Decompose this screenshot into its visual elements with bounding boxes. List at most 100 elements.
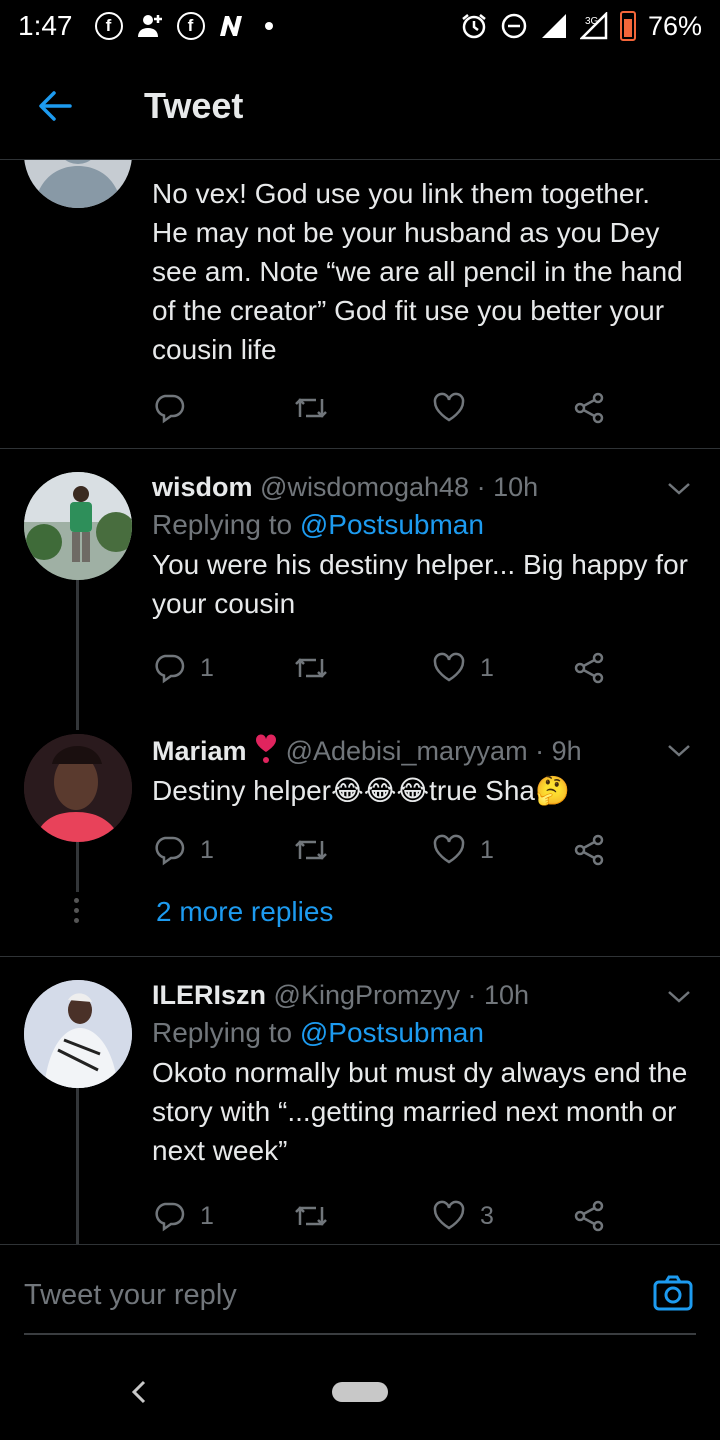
heart-icon — [433, 1200, 465, 1230]
chevron-down-icon[interactable] — [664, 736, 694, 766]
thread-line — [76, 842, 79, 892]
heart-icon — [433, 652, 465, 682]
retweet-button[interactable] — [292, 386, 432, 430]
replying-label: Replying to — [152, 509, 293, 540]
reply-button[interactable]: 1 — [152, 828, 292, 872]
tweet-partial[interactable]: No vex! God use you link them together. … — [0, 160, 720, 450]
reply-count: 1 — [200, 1201, 214, 1230]
retweet-button[interactable] — [292, 646, 432, 690]
reply-button[interactable] — [152, 386, 292, 430]
avatar[interactable] — [24, 980, 132, 1088]
dot-icon — [264, 22, 273, 30]
system-icons: 3G 76% — [460, 11, 702, 42]
replying-handle[interactable]: @Postsubman — [300, 1017, 484, 1048]
chevron-down-icon[interactable] — [664, 474, 694, 504]
replying-handle[interactable]: @Postsubman — [300, 509, 484, 540]
camera-icon[interactable] — [652, 1273, 694, 1313]
like-button[interactable] — [432, 386, 572, 430]
share-button[interactable] — [572, 646, 622, 690]
tweet-actions: 1 3 — [152, 1194, 622, 1238]
input-underline — [24, 1333, 696, 1335]
share-icon — [574, 392, 604, 424]
reply-input[interactable]: Tweet your reply — [24, 1279, 237, 1312]
reply-icon — [155, 654, 185, 684]
avatar-photo — [24, 734, 132, 842]
user-name[interactable]: ILERIszn — [152, 980, 266, 1010]
battery-icon — [619, 11, 636, 41]
avatar-photo — [24, 980, 132, 1088]
reply-composer: Tweet your reply — [0, 1244, 720, 1344]
share-button[interactable] — [572, 386, 622, 430]
status-bar: 1:47 f f 3G 76% — [0, 0, 720, 52]
back-button[interactable] — [0, 52, 110, 159]
tweet-body: ILERIszn @KingPromzyy · 10h Replying to … — [152, 980, 690, 1170]
default-avatar-icon — [34, 160, 122, 208]
tweet-time: · 10h — [476, 472, 539, 502]
retweet-icon — [295, 840, 327, 860]
retweet-icon — [295, 658, 327, 678]
alarm-icon — [462, 14, 486, 39]
facebook-icon: f — [94, 12, 123, 40]
thread-dots — [74, 898, 80, 928]
thread-line — [76, 1088, 79, 1244]
user-handle[interactable]: @Adebisi_maryyam — [286, 736, 528, 766]
thread-line — [76, 580, 79, 730]
like-count: 1 — [480, 653, 494, 682]
replying-label: Replying to — [152, 1017, 293, 1048]
retweet-button[interactable] — [292, 1194, 432, 1238]
facebook-icon: f — [176, 12, 205, 40]
reply-icon — [155, 1202, 185, 1232]
like-button[interactable]: 3 — [432, 1194, 572, 1238]
tweet-actions: 1 1 — [152, 646, 622, 690]
tweet-meta: wisdom @wisdomogah48 · 10h — [152, 472, 690, 503]
replying-to: Replying to @Postsubman — [152, 509, 690, 541]
tweet-text: You were his destiny helper... Big happy… — [152, 549, 688, 619]
retweet-icon — [295, 398, 327, 418]
avatar[interactable] — [24, 472, 132, 580]
heart-icon — [433, 392, 465, 422]
heart-exclamation-emoji — [256, 734, 277, 763]
like-count: 3 — [480, 1201, 494, 1230]
avatar-photo — [24, 472, 132, 580]
like-button[interactable]: 1 — [432, 646, 572, 690]
share-icon — [574, 834, 604, 866]
like-button[interactable]: 1 — [432, 828, 572, 872]
home-pill[interactable] — [332, 1382, 388, 1402]
retweet-icon — [295, 1206, 327, 1226]
share-button[interactable] — [572, 828, 622, 872]
heart-icon — [433, 834, 465, 864]
replies-feed[interactable]: No vex! God use you link them together. … — [0, 160, 720, 1244]
reply-count: 1 — [200, 835, 214, 864]
system-nav-bar — [0, 1344, 720, 1440]
back-arrow-icon — [39, 90, 72, 121]
tweet-text: Okoto normally but must dy always end th… — [152, 1057, 688, 1166]
share-icon — [574, 652, 604, 684]
nav-back-icon[interactable] — [126, 1378, 154, 1406]
user-name[interactable]: wisdom — [152, 472, 253, 502]
tweet-body: Mariam @Adebisi_maryyam · 9h Destiny hel… — [152, 734, 690, 810]
like-count: 1 — [480, 835, 494, 864]
retweet-button[interactable] — [292, 828, 432, 872]
avatar[interactable] — [24, 160, 132, 208]
more-replies-link[interactable]: 2 more replies — [156, 896, 333, 928]
status-time: 1:47 — [18, 10, 73, 41]
network-label: 3G — [585, 16, 599, 27]
tweet-body: No vex! God use you link them together. … — [152, 170, 690, 369]
top-app-bar: Tweet — [0, 52, 720, 160]
avatar[interactable] — [24, 734, 132, 842]
user-name[interactable]: Mariam — [152, 736, 247, 766]
n-icon — [219, 16, 242, 36]
replying-to: Replying to @Postsubman — [152, 1017, 690, 1049]
reply-button[interactable]: 1 — [152, 646, 292, 690]
tweet-meta: ILERIszn @KingPromzyy · 10h — [152, 980, 690, 1011]
share-button[interactable] — [572, 1194, 622, 1238]
tweet-meta: Mariam @Adebisi_maryyam · 9h — [152, 734, 690, 767]
chevron-down-icon[interactable] — [664, 982, 694, 1012]
dnd-icon — [501, 13, 527, 39]
reply-button[interactable]: 1 — [152, 1194, 292, 1238]
tweet-text: No vex! God use you link them together. … — [152, 178, 683, 365]
user-handle[interactable]: @wisdomogah48 — [260, 472, 469, 502]
tweet-actions — [152, 386, 622, 430]
user-handle[interactable]: @KingPromzyy — [274, 980, 460, 1010]
divider — [0, 956, 720, 957]
